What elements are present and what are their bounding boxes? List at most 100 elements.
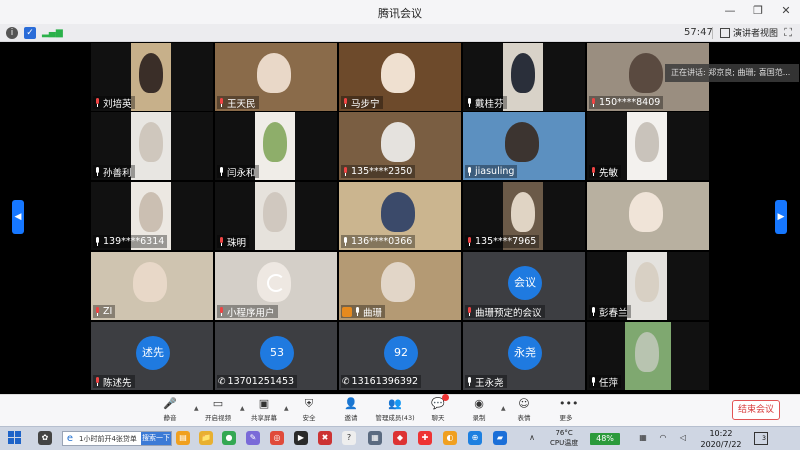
participant-name-bar: 陈述先 xyxy=(93,375,135,389)
restore-icon[interactable]: ❐ xyxy=(750,3,766,19)
more-button[interactable]: ••• 更多 xyxy=(538,397,594,425)
search-button[interactable]: 搜索一下 xyxy=(141,432,171,445)
participant-tile[interactable]: 53 ✆ 13701251453 xyxy=(215,322,337,390)
chrome-icon[interactable]: ● xyxy=(222,431,236,445)
files-icon[interactable]: 📁 xyxy=(199,431,213,445)
participant-name-bar: 150****8409 xyxy=(589,96,664,109)
start-icon[interactable] xyxy=(8,431,22,445)
participant-name: 135****7965 xyxy=(475,236,537,247)
signal-icon[interactable]: ▂▄▆ xyxy=(42,27,63,39)
participant-name-bar: 135****2350 xyxy=(341,165,416,178)
battery-indicator[interactable]: 48% xyxy=(590,433,620,445)
mic-muted-icon xyxy=(342,98,349,107)
clock[interactable]: 10:22 2020/7/22 xyxy=(696,428,746,450)
chat-badge xyxy=(442,394,449,401)
participant-face xyxy=(381,122,415,162)
participant-name-bar: 刘培英 xyxy=(93,96,135,110)
participant-tile[interactable]: 闫永和 xyxy=(215,112,337,180)
participant-tile[interactable]: 139****6314 xyxy=(91,182,213,250)
shield-icon[interactable]: ✓ xyxy=(24,27,36,39)
participant-tile[interactable]: 会议 曲珊预定的会议 xyxy=(463,252,585,320)
participant-tile[interactable] xyxy=(587,182,709,250)
browser2-icon[interactable]: ◎ xyxy=(270,431,284,445)
fullscreen-icon[interactable]: ⛶ xyxy=(784,26,792,40)
avatar: 述先 xyxy=(136,336,170,370)
notification-icon[interactable]: 3 xyxy=(754,432,768,445)
participant-tile[interactable]: 刘培英 xyxy=(91,43,213,111)
video-player-icon[interactable]: ▶ xyxy=(294,431,308,445)
participant-tile[interactable]: 任萍 xyxy=(587,322,709,390)
participant-name: jiasuling xyxy=(475,166,515,177)
participant-face xyxy=(139,53,163,93)
end-meeting-button[interactable]: 结束会议 xyxy=(732,400,780,420)
app6-icon[interactable]: ⊕ xyxy=(468,431,482,445)
speaker-view-label: 演讲者视图 xyxy=(733,29,779,39)
speaking-notice: 正在讲话: 郑京良; 曲珊; 喜国范... xyxy=(665,64,799,82)
participant-name-bar: 珠明 xyxy=(217,235,250,249)
participant-tile[interactable]: 136****0366 xyxy=(339,182,461,250)
folder-icon[interactable]: ▤ xyxy=(176,431,190,445)
tray-expand-icon[interactable]: ∧ xyxy=(525,431,539,445)
app4-icon[interactable]: ✚ xyxy=(418,431,432,445)
participant-tile[interactable]: 孙善利 xyxy=(91,112,213,180)
app3-icon[interactable]: ◆ xyxy=(393,431,407,445)
participant-tile[interactable]: 述先 陈述先 xyxy=(91,322,213,390)
participant-tile[interactable]: 珠明 xyxy=(215,182,337,250)
prev-page-button[interactable]: ◀ xyxy=(12,200,24,234)
mic-muted-icon xyxy=(94,377,101,386)
participant-tile[interactable]: 小程序用户 xyxy=(215,252,337,320)
next-page-button[interactable]: ▶ xyxy=(775,200,787,234)
search-input[interactable]: 1小时前开4张贷单 xyxy=(77,434,141,444)
tencent-meeting-icon[interactable]: ▰ xyxy=(493,431,507,445)
calculator-icon[interactable]: ▦ xyxy=(368,431,382,445)
windows-taskbar: ✿ e 1小时前开4张贷单 搜索一下 ▤ 📁 ● ✎ ◎ ▶ ✖ ? ▦ ◆ ✚… xyxy=(0,426,800,450)
app-icon[interactable]: ✿ xyxy=(38,431,52,445)
participant-name-bar: 任萍 xyxy=(589,375,622,389)
participant-name: 戴桂芬 xyxy=(475,98,504,110)
taskbar-search[interactable]: e 1小时前开4张贷单 搜索一下 xyxy=(62,431,172,446)
speaker-view-button[interactable]: 演讲者视图 xyxy=(720,26,778,39)
meeting-window: 腾讯会议 — ❐ ✕ i ✓ ▂▄▆ 57:47 演讲者视图 ⛶ 刘培英 王天民 马… xyxy=(0,0,800,450)
participant-name: 刘培英 xyxy=(103,98,132,110)
participant-name-bar: 戴桂芬 xyxy=(465,96,507,110)
participant-tile[interactable]: 92 ✆ 13161396392 xyxy=(339,322,461,390)
mic-muted-icon xyxy=(590,98,597,107)
mic-muted-icon xyxy=(342,167,349,176)
participant-name: 孙善利 xyxy=(103,167,132,179)
participant-face xyxy=(635,332,659,372)
participant-name: 珠明 xyxy=(227,237,247,249)
microphone-icon xyxy=(466,167,473,176)
meeting-info-icon[interactable]: i xyxy=(6,27,18,39)
wifi-icon[interactable]: ◠ xyxy=(656,431,670,445)
participant-tile[interactable]: 戴桂芬 xyxy=(463,43,585,111)
participant-tile[interactable]: 135****7965 xyxy=(463,182,585,250)
paint-icon[interactable]: ✎ xyxy=(246,431,260,445)
info-bar: i ✓ ▂▄▆ 57:47 演讲者视图 ⛶ xyxy=(0,24,800,42)
minimize-icon[interactable]: — xyxy=(722,3,738,19)
app5-icon[interactable]: ◐ xyxy=(443,431,457,445)
network-icon[interactable]: ▦ xyxy=(636,431,650,445)
participant-tile[interactable]: 马步宁 xyxy=(339,43,461,111)
participant-tile[interactable]: 135****2350 xyxy=(339,112,461,180)
participant-tile[interactable]: ZI xyxy=(91,252,213,320)
app2-icon[interactable]: ✖ xyxy=(318,431,332,445)
participant-tile[interactable]: 永尧 王永尧 xyxy=(463,322,585,390)
help-icon[interactable]: ? xyxy=(342,431,356,445)
participant-name-bar: 王永尧 xyxy=(465,375,507,389)
participant-name-bar: ✆ 13701251453 xyxy=(217,375,298,388)
avatar: 永尧 xyxy=(508,336,542,370)
participant-tile[interactable]: 彭春兰 xyxy=(587,252,709,320)
volume-icon[interactable]: ◁ xyxy=(676,431,690,445)
microphone-icon xyxy=(590,307,597,316)
participant-tile[interactable]: 曲珊 xyxy=(339,252,461,320)
chat-label: 聊天 xyxy=(431,414,445,422)
window-title: 腾讯会议 xyxy=(378,7,422,20)
participant-name: 陈述先 xyxy=(103,377,132,389)
participant-name: 曲珊预定的会议 xyxy=(475,307,542,319)
participant-face xyxy=(133,262,167,302)
participant-tile[interactable]: 先敏 xyxy=(587,112,709,180)
participant-face xyxy=(635,262,659,302)
participant-tile[interactable]: jiasuling xyxy=(463,112,585,180)
participant-tile[interactable]: 王天民 xyxy=(215,43,337,111)
close-icon[interactable]: ✕ xyxy=(778,3,794,19)
